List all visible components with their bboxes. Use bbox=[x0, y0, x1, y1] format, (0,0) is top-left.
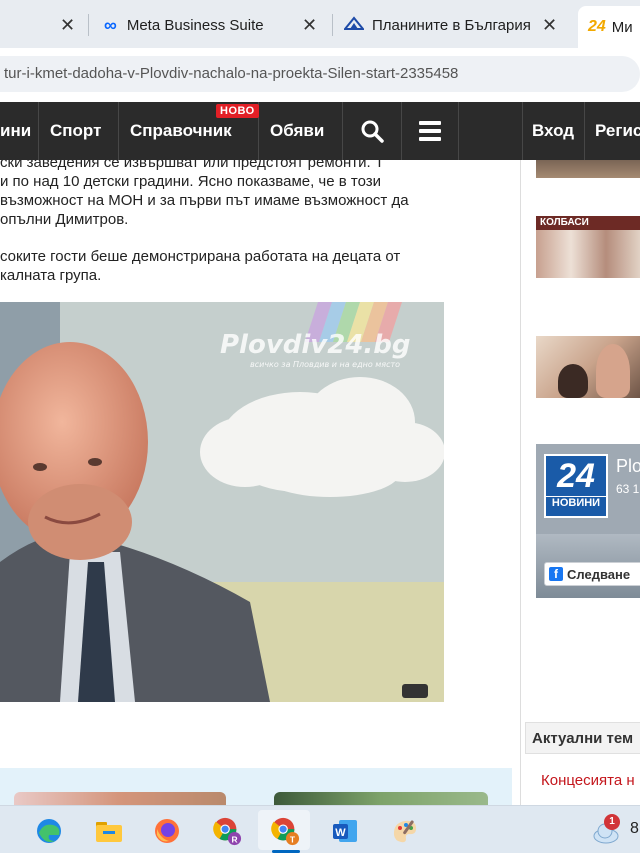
meta-logo-icon: ∞ bbox=[104, 14, 117, 35]
watermark-tagline: всичко за Пловдив и на едно място bbox=[250, 360, 401, 369]
login-link[interactable]: Вход bbox=[532, 102, 574, 160]
paint-icon[interactable] bbox=[390, 816, 420, 846]
facebook-icon: f bbox=[549, 567, 563, 581]
edge-browser-icon[interactable] bbox=[34, 816, 64, 846]
tab-mountains-bulgaria[interactable]: Планините в България и ✕ bbox=[340, 8, 570, 42]
tab-close-button[interactable]: ✕ bbox=[542, 15, 557, 36]
facebook-page-widget[interactable]: 24 НОВИНИ Plo 63 1 f Следване bbox=[536, 444, 640, 598]
nav-divider bbox=[38, 102, 39, 160]
windows-taskbar: R T W 1 8 bbox=[0, 805, 640, 853]
trending-topic-link[interactable]: Концесията н bbox=[541, 772, 635, 789]
browser-tab-strip: ✕ ∞ Meta Business Suite ✕ Планините в Бъ… bbox=[0, 0, 640, 48]
tab-label: Ми bbox=[611, 18, 633, 36]
sidebar-news-thumbnail[interactable]: КОЛБАСИ bbox=[536, 216, 640, 278]
article-line: и по над 10 детски градини. Ясно показва… bbox=[0, 173, 382, 190]
shop-photo bbox=[536, 230, 640, 278]
tab-close-button[interactable]: ✕ bbox=[302, 15, 317, 36]
tab-close-button[interactable]: ✕ bbox=[60, 15, 75, 36]
tab-label: Meta Business Suite bbox=[126, 16, 264, 34]
nav-divider bbox=[458, 102, 459, 160]
person-figure bbox=[596, 344, 630, 398]
tab-previous[interactable]: ✕ bbox=[0, 8, 86, 42]
tab-divider bbox=[332, 14, 333, 36]
person-figure bbox=[558, 364, 588, 398]
file-explorer-icon[interactable] bbox=[94, 816, 124, 846]
facebook-follow-button[interactable]: f Следване bbox=[544, 562, 640, 586]
nav-divider bbox=[118, 102, 119, 160]
word-icon[interactable]: W bbox=[330, 816, 360, 846]
article-line: калната група. bbox=[0, 267, 102, 284]
address-bar-area: tur-i-kmet-dadoha-v-Plovdiv-nachalo-na-p… bbox=[0, 48, 640, 100]
svg-text:W: W bbox=[335, 827, 346, 839]
nav-divider bbox=[584, 102, 585, 160]
article-photo[interactable]: Plovdiv24.bg всичко за Пловдив и на едно… bbox=[0, 302, 444, 702]
article-line: възможност на МОН и за първи път имаме в… bbox=[0, 192, 409, 209]
svg-text:T: T bbox=[290, 834, 296, 844]
sidebar-news-thumbnail[interactable] bbox=[536, 336, 640, 398]
facebook-page-name: Plo bbox=[616, 456, 640, 476]
menu-icon[interactable] bbox=[402, 102, 458, 160]
tab-divider bbox=[88, 14, 89, 36]
nav-item-classifieds[interactable]: Обяви bbox=[270, 102, 324, 160]
shop-sign-text: КОЛБАСИ bbox=[536, 216, 640, 230]
article-line: ски заведения се извършват или предстоят… bbox=[0, 160, 385, 171]
nav-divider bbox=[522, 102, 523, 160]
clock-text[interactable]: 8 bbox=[630, 820, 639, 838]
svg-text:R: R bbox=[231, 834, 237, 844]
tab-meta-business-suite[interactable]: ∞ Meta Business Suite ✕ bbox=[98, 8, 330, 42]
register-link[interactable]: Регис bbox=[595, 102, 640, 160]
related-articles-strip bbox=[0, 768, 512, 808]
trending-topics-header: Актуални тем bbox=[525, 722, 640, 754]
plovdiv24-page-logo: 24 НОВИНИ bbox=[544, 454, 608, 518]
tab-label: Планините в България и bbox=[372, 16, 532, 34]
new-badge: НОВО bbox=[216, 104, 259, 118]
article-line: соките гости беше демонстрирана работата… bbox=[0, 248, 401, 265]
url-field[interactable]: tur-i-kmet-dadoha-v-Plovdiv-nachalo-na-p… bbox=[0, 56, 640, 92]
nav-item-sport[interactable]: Спорт bbox=[50, 102, 101, 160]
firefox-icon[interactable] bbox=[152, 816, 182, 846]
facebook-follower-count: 63 1 bbox=[616, 482, 640, 496]
site-navigation: ини Спорт Справочник Обяви Вход Регис bbox=[0, 102, 640, 160]
tab-plovdiv24-active[interactable]: 24 Ми bbox=[578, 6, 640, 48]
search-icon[interactable] bbox=[343, 102, 401, 160]
facebook-follow-label: Следване bbox=[567, 566, 631, 582]
nav-item-news[interactable]: ини bbox=[0, 102, 31, 160]
article-line: опълни Димитров. bbox=[0, 211, 129, 228]
chrome-profile-r-icon[interactable]: R bbox=[212, 816, 242, 846]
mountain-site-icon bbox=[342, 16, 366, 34]
right-sidebar: КОЛБАСИ 24 НОВИНИ Plo 63 1 f Следване Ак… bbox=[520, 160, 640, 805]
watermark-logo: Plovdiv24.bg bbox=[220, 330, 411, 360]
chrome-profile-t-icon[interactable]: T bbox=[270, 816, 300, 846]
notification-badge: 1 bbox=[604, 814, 620, 830]
sidebar-news-thumbnail[interactable] bbox=[536, 160, 640, 178]
plovdiv24-favicon-icon: 24 bbox=[588, 18, 606, 35]
